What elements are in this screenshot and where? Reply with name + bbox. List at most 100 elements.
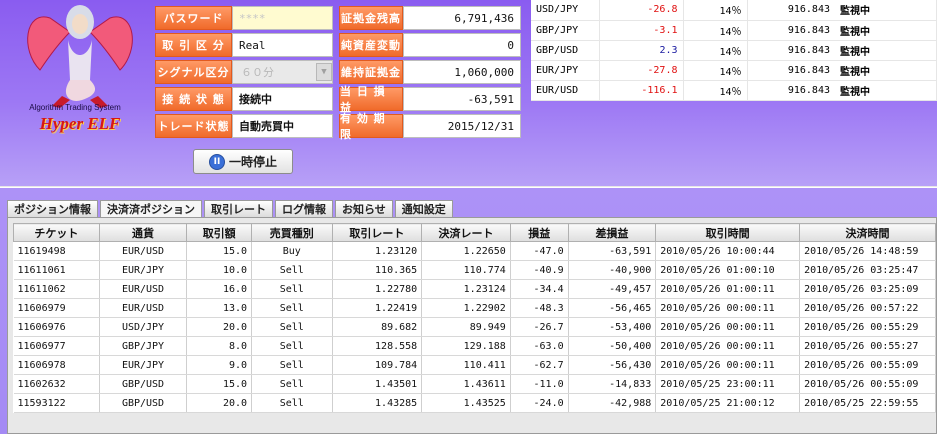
col-ticket[interactable]: チケット	[13, 223, 100, 242]
table-row[interactable]: 11611062 EUR/USD 16.0 Sell 1.22780 1.23124 -34…	[13, 279, 936, 299]
pause-button[interactable]: II 一時停止	[193, 149, 293, 174]
col-close-rate[interactable]: 決済レート	[421, 223, 511, 242]
tab-notification-settings[interactable]: 通知設定	[394, 200, 453, 217]
table-row[interactable]: 11606976 USD/JPY 20.0 Sell 89.682 89.949 -26.7…	[13, 317, 936, 337]
cell-currency: EUR/USD	[99, 298, 188, 318]
col-profit[interactable]: 差損益	[567, 223, 657, 242]
tab-trade-rates[interactable]: 取引レート	[204, 200, 273, 217]
cell-trade-type: Sell	[251, 374, 333, 394]
rate-percent: 14％	[683, 20, 748, 41]
rate-status: 監視中	[835, 40, 937, 61]
table-row[interactable]: 11606979 EUR/USD 13.0 Sell 1.22419 1.22902 -48…	[13, 298, 936, 318]
table-row[interactable]: 11611061 EUR/JPY 10.0 Sell 110.365 110.774 -40…	[13, 260, 936, 280]
cell-trade-type: Sell	[251, 336, 333, 356]
rate-percent: 14％	[683, 40, 748, 61]
margin-balance-value: 6,791,436	[403, 6, 521, 30]
cell-open-rate: 89.682	[332, 317, 423, 337]
rate-percent: 14％	[683, 80, 748, 101]
cell-close-rate: 129.188	[421, 336, 511, 356]
maintenance-margin-value: 1,060,000	[403, 60, 521, 84]
cell-close-rate: 1.43611	[421, 374, 511, 394]
rate-row[interactable]: USD/JPY -26.8 14％ 916.843 監視中	[531, 0, 937, 21]
col-open-rate[interactable]: 取引レート	[331, 223, 423, 242]
cell-pips: -48.3	[510, 298, 569, 318]
table-row[interactable]: 11606978 EUR/JPY 9.0 Sell 109.784 110.411 -62.…	[13, 355, 936, 375]
cell-profit: -14,833	[568, 374, 657, 394]
rate-pair: GBP/JPY	[531, 20, 600, 41]
pause-icon: II	[208, 153, 225, 170]
tab-notices[interactable]: お知らせ	[335, 200, 393, 217]
rate-change: -27.8	[599, 60, 684, 81]
cell-close-rate: 110.774	[421, 260, 511, 280]
tab-closed-positions[interactable]: 決済済ポジション	[100, 200, 202, 217]
cell-currency: EUR/JPY	[99, 355, 188, 375]
col-pips[interactable]: 損益	[509, 223, 569, 242]
rate-amount: 916.843	[747, 40, 835, 61]
cell-currency: USD/JPY	[99, 317, 188, 337]
cell-open-time: 2010/05/26 00:00:11	[655, 317, 801, 337]
signal-type-select[interactable]: ６０分 ▼	[232, 60, 333, 84]
password-row: パスワード ****	[155, 6, 333, 30]
cell-close-time: 2010/05/26 00:55:09	[799, 374, 936, 394]
password-field[interactable]: ****	[232, 6, 333, 30]
margin-balance-label: 証拠金残高	[339, 6, 403, 30]
cell-trade-type: Sell	[251, 355, 333, 375]
cell-currency: EUR/JPY	[99, 260, 188, 280]
rate-row[interactable]: EUR/USD -116.1 14％ 916.843 監視中	[531, 80, 937, 101]
cell-trade-type: Sell	[251, 279, 333, 299]
cell-amount: 8.0	[186, 336, 253, 356]
cell-pips: -47.0	[510, 241, 569, 261]
cell-profit: -50,400	[568, 336, 657, 356]
cell-close-rate: 110.411	[421, 355, 511, 375]
cell-amount: 9.0	[186, 355, 253, 375]
signal-type-row: シグナル区分 ６０分 ▼	[155, 60, 333, 84]
cell-close-rate: 1.22650	[421, 241, 511, 261]
cell-ticket: 11611062	[13, 279, 100, 299]
cell-open-rate: 1.22419	[332, 298, 423, 318]
col-trade-type[interactable]: 売買種別	[251, 223, 333, 242]
cell-ticket: 11606977	[13, 336, 100, 356]
cell-close-time: 2010/05/26 14:48:59	[799, 241, 936, 261]
cell-ticket: 11606978	[13, 355, 100, 375]
col-open-time[interactable]: 取引時間	[655, 223, 801, 242]
tab-log[interactable]: ログ情報	[275, 200, 333, 217]
expiry-row: 有 効 期 限 2015/12/31	[339, 112, 521, 141]
table-row[interactable]: 11606977 GBP/JPY 8.0 Sell 128.558 129.188 -63.…	[13, 336, 936, 356]
tab-positions[interactable]: ポジション情報	[7, 200, 98, 217]
connection-label: 接 続 状 態	[155, 87, 232, 111]
net-asset-change-row: 純資産変動 0	[339, 33, 521, 57]
cell-close-rate: 1.23124	[421, 279, 511, 299]
rate-row[interactable]: EUR/JPY -27.8 14％ 916.843 監視中	[531, 60, 937, 81]
rate-status: 監視中	[835, 80, 937, 101]
col-currency[interactable]: 通貨	[98, 223, 188, 242]
cell-ticket: 11606979	[13, 298, 100, 318]
net-asset-change-label: 純資産変動	[339, 33, 403, 57]
chevron-down-icon[interactable]: ▼	[316, 63, 332, 81]
cell-profit: -56,465	[568, 298, 657, 318]
trade-status-label: トレード状態	[155, 114, 232, 138]
col-amount[interactable]: 取引額	[186, 223, 253, 242]
trade-status-value: 自動売買中	[232, 114, 333, 138]
cell-profit: -56,430	[568, 355, 657, 375]
maintenance-margin-row: 維持証拠金 1,060,000	[339, 60, 521, 84]
cell-open-time: 2010/05/25 21:00:12	[655, 393, 801, 413]
cell-close-time: 2010/05/26 00:55:29	[799, 317, 936, 337]
rate-row[interactable]: GBP/JPY -3.1 14％ 916.843 監視中	[531, 20, 937, 41]
cell-open-time: 2010/05/25 23:00:11	[655, 374, 801, 394]
rate-change: -116.1	[599, 80, 684, 101]
cell-pips: -34.4	[510, 279, 569, 299]
rate-pair: GBP/USD	[531, 40, 600, 61]
rate-row[interactable]: GBP/USD 2.3 14％ 916.843 監視中	[531, 40, 937, 61]
connection-status: 接続中	[232, 87, 333, 111]
cell-currency: GBP/USD	[99, 374, 188, 394]
rate-percent: 14％	[683, 0, 748, 21]
cell-profit: -53,400	[568, 317, 657, 337]
col-close-time[interactable]: 決済時間	[799, 223, 936, 242]
table-row[interactable]: 11619498 EUR/USD 15.0 Buy 1.23120 1.22650 -47.…	[13, 241, 936, 261]
table-row[interactable]: 11593122 GBP/USD 20.0 Sell 1.43285 1.43525 -24…	[13, 393, 936, 413]
table-header-row: チケット 通貨 取引額 売買種別 取引レート 決済レート 損益 差損益 取引時間…	[13, 223, 936, 242]
rate-pair: EUR/JPY	[531, 60, 600, 81]
cell-open-time: 2010/05/26 01:00:10	[655, 260, 801, 280]
cell-open-time: 2010/05/26 01:00:11	[655, 279, 801, 299]
table-row[interactable]: 11602632 GBP/USD 15.0 Sell 1.43501 1.43611 -11…	[13, 374, 936, 394]
